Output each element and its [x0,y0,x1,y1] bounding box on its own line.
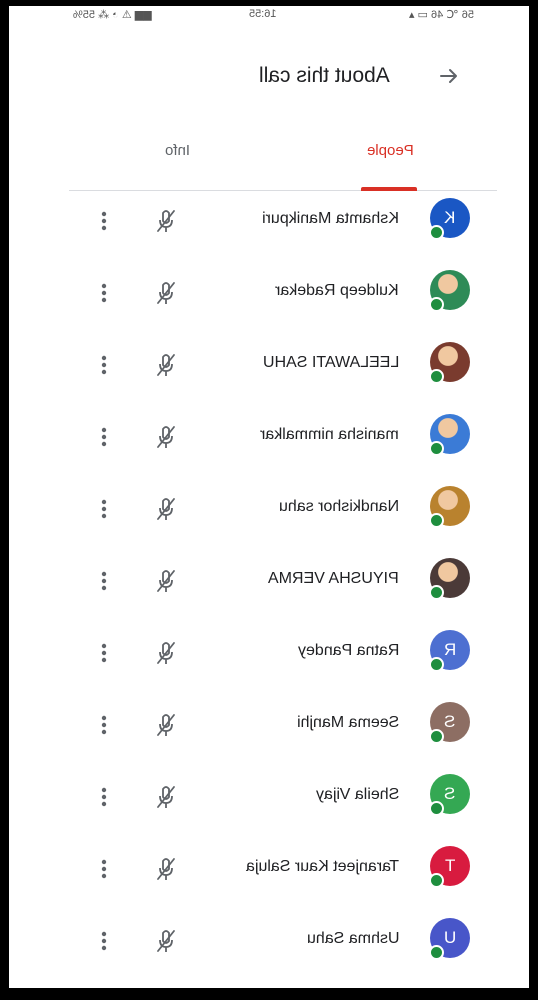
participant-name: Kshamta Manikpuri [262,210,399,227]
participant-name: PIYUSHA VERMA [268,570,399,587]
online-status-dot [429,801,444,816]
more-vert-icon [101,931,107,951]
mic-off-icon [157,858,175,880]
online-status-dot [429,225,444,240]
mic-off-icon [157,498,175,520]
mic-off-icon [157,426,175,448]
avatar-photo [429,270,470,312]
avatar-initial: S [444,784,456,803]
back-button[interactable] [429,56,469,96]
online-status-dot [429,441,444,456]
participant-row[interactable]: Kuldeep Radekar [9,262,529,324]
participant-name: Taranjeet Kaur Saluja [246,858,399,875]
avatar-initial: S [444,712,456,731]
mic-off-icon [157,642,175,664]
status-icons-left: ▆▆ ⚠ ◔ ⁂ 55% [73,9,152,21]
avatar-initial: R [443,640,457,659]
more-options-button[interactable] [91,563,117,599]
tab-info[interactable]: Info [149,128,209,190]
more-vert-icon [101,787,107,807]
avatar-photo [429,486,470,528]
mic-off-icon [157,570,175,592]
mic-off-icon [157,930,175,952]
participant-row[interactable]: Sheila Vijay S [9,766,529,828]
screen-frame: ▆▆ ⚠ ◔ ⁂ 55% 16:55 56 ℃ 46 ▭ ▴ About thi… [9,6,529,988]
avatar: R [429,630,470,672]
mic-off-icon [157,282,175,304]
participant-row[interactable]: Ushma Sahu U [9,910,529,972]
more-options-button[interactable] [91,419,117,455]
online-status-dot [429,585,444,600]
participant-name: manisha nimmalkar [260,426,399,443]
mic-off-icon [157,354,175,376]
more-options-button[interactable] [91,707,117,743]
participant-name: Nandkishor sahu [278,498,399,515]
more-options-button[interactable] [91,203,117,239]
online-status-dot [429,513,444,528]
tab-people[interactable]: People [361,128,431,191]
avatar-initial: U [443,928,457,947]
participant-row[interactable]: Seema Manjhi S [9,694,529,756]
avatar: K [429,198,470,240]
tab-bar: People Info [69,128,497,191]
online-status-dot [429,657,444,672]
more-options-button[interactable] [91,491,117,527]
participant-name: Kuldeep Radekar [275,282,399,299]
avatar-initial: T [444,856,456,875]
participant-row[interactable]: manisha nimmalkar [9,406,529,468]
more-vert-icon [101,643,107,663]
avatar: S [429,774,470,816]
more-vert-icon [101,859,107,879]
avatar: S [429,702,470,744]
online-status-dot [429,729,444,744]
participant-name: LEELAWATI SAHU [262,354,399,371]
more-vert-icon [101,427,107,447]
avatar-photo [429,558,470,600]
more-vert-icon [101,499,107,519]
more-vert-icon [101,211,107,231]
avatar-initial: K [444,208,456,227]
online-status-dot [429,873,444,888]
tab-people-label: People [367,142,414,159]
participant-row[interactable]: Taranjeet Kaur Saluja T [9,838,529,900]
avatar: U [429,918,470,960]
more-options-button[interactable] [91,851,117,887]
participant-row[interactable]: Ratna Pandey R [9,622,529,684]
more-options-button[interactable] [91,275,117,311]
online-status-dot [429,369,444,384]
mic-off-icon [157,210,175,232]
participant-name: Seema Manjhi [296,714,399,731]
participant-row[interactable]: LEELAWATI SAHU [9,334,529,396]
tab-info-label: Info [165,142,191,159]
more-vert-icon [101,571,107,591]
participant-name: Ratna Pandey [297,642,399,659]
page-title: About this call [259,64,390,87]
participant-row[interactable]: Nandkishor sahu [9,478,529,540]
mic-off-icon [157,714,175,736]
more-options-button[interactable] [91,347,117,383]
avatar-photo [429,342,470,384]
status-bar: ▆▆ ⚠ ◔ ⁂ 55% 16:55 56 ℃ 46 ▭ ▴ [9,6,529,28]
participant-row[interactable]: PIYUSHA VERMA [9,550,529,612]
status-time: 16:55 [249,8,277,20]
more-vert-icon [101,283,107,303]
participant-name: Sheila Vijay [315,786,399,803]
mic-off-icon [157,786,175,808]
more-vert-icon [101,355,107,375]
more-options-button[interactable] [91,923,117,959]
online-status-dot [429,297,444,312]
avatar-photo [429,414,470,456]
arrow-back-icon [440,69,457,83]
more-vert-icon [101,715,107,735]
online-status-dot [429,945,444,960]
header: About this call [9,46,529,106]
participant-row[interactable]: Kshamta Manikpuri K [9,190,529,252]
participant-name: Ushma Sahu [306,930,400,947]
status-icons-right: 56 ℃ 46 ▭ ▴ [409,9,474,21]
more-options-button[interactable] [91,635,117,671]
more-options-button[interactable] [91,779,117,815]
avatar: T [429,846,470,888]
